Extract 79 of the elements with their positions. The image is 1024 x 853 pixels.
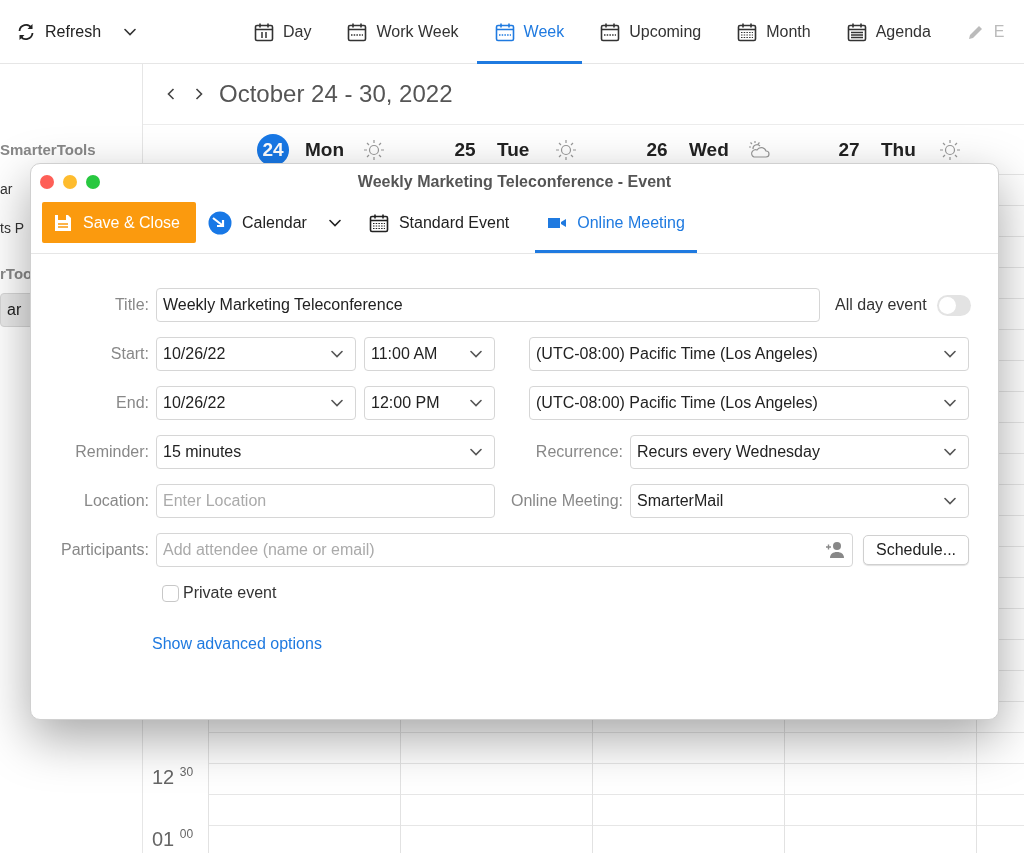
chevron-down-icon <box>331 350 343 358</box>
event-type-tab[interactable]: Online Meeting <box>535 200 697 253</box>
field-label: Online Meeting: <box>509 492 623 510</box>
timezone-dropdown[interactable]: (UTC-08:00) Pacific Time (Los Angeles) <box>529 386 969 420</box>
field-label: Location: <box>83 492 149 510</box>
location-field[interactable]: Enter Location <box>156 484 495 518</box>
chevron-down-icon <box>470 448 482 456</box>
calendar-menu[interactable]: Calendar <box>208 200 341 253</box>
field-label: Recurrence: <box>534 443 623 461</box>
participants-field[interactable]: Add attendee (name or email) <box>156 533 853 567</box>
calendar-icon <box>846 22 867 42</box>
calendar-icon <box>347 22 368 42</box>
refresh-button[interactable]: Refresh <box>16 0 137 63</box>
title-field[interactable]: Weekly Marketing Teleconference <box>156 288 820 322</box>
day-number: 27 <box>837 137 861 162</box>
chevron-down-icon <box>470 399 482 407</box>
all-day-toggle[interactable] <box>936 294 971 316</box>
view-tab[interactable]: Work Week <box>329 0 477 64</box>
field-label: Participants: <box>59 541 149 559</box>
time-label: 01 $^{00}$ <box>152 828 194 850</box>
chevron-down-icon <box>944 350 956 358</box>
chevron-down-icon <box>944 448 956 456</box>
day-name: Thu <box>881 138 917 161</box>
time-dropdown[interactable]: 12:00 PM <box>364 386 495 420</box>
schedule-button[interactable]: Schedule... <box>863 535 969 565</box>
minimize-button[interactable] <box>63 175 77 189</box>
sun-icon <box>363 138 385 161</box>
advanced-options-link[interactable]: Show advanced options <box>152 635 322 653</box>
next-button[interactable] <box>195 88 203 100</box>
chevron-down-icon <box>331 399 343 407</box>
chevron-left-icon <box>167 88 175 100</box>
view-tab[interactable]: Day <box>236 0 330 64</box>
window-title: Weekly Marketing Teleconference - Event <box>357 173 672 191</box>
zoom-button[interactable] <box>86 175 100 189</box>
day-number: 24 <box>257 133 289 166</box>
field-label: Title: <box>113 296 149 314</box>
chevron-down-icon <box>470 350 482 358</box>
view-tab[interactable]: Week <box>476 0 583 64</box>
view-tab[interactable]: Month <box>719 0 829 64</box>
calendar-icon <box>494 22 515 42</box>
chevron-down-icon <box>328 218 341 227</box>
reminder-dropdown[interactable]: 15 minutes <box>156 435 495 469</box>
all-day-label: All day event <box>835 296 927 314</box>
date-range-title: October 24 - 30, 2022 <box>219 80 453 108</box>
private-event-checkbox[interactable] <box>162 584 179 602</box>
time-dropdown[interactable]: 11:00 AM <box>364 337 495 371</box>
day-name: Wed <box>689 138 730 161</box>
field-label: Reminder: <box>74 443 149 461</box>
calendar-icon <box>254 22 275 42</box>
close-button[interactable] <box>40 175 54 189</box>
sun-icon <box>939 138 961 161</box>
time-label: 12 $^{30}$ <box>152 766 194 788</box>
day-name: Mon <box>305 138 346 161</box>
calendar-icon <box>737 22 758 42</box>
day-number: 25 <box>453 137 477 162</box>
day-number: 26 <box>645 137 669 162</box>
sun-icon <box>555 138 577 161</box>
calendar-icon <box>368 212 389 233</box>
view-tab[interactable]: Agenda <box>828 0 949 64</box>
previous-button[interactable] <box>167 88 175 100</box>
refresh-icon <box>16 21 36 42</box>
field-label: Start: <box>109 345 149 363</box>
chevron-right-icon <box>195 88 203 100</box>
date-dropdown[interactable]: 10/26/22 <box>156 337 356 371</box>
day-name: Tue <box>497 138 531 161</box>
recurrence-dropdown[interactable]: Recurs every Wednesday <box>630 435 969 469</box>
chevron-down-icon <box>124 27 137 36</box>
field-label: End: <box>115 394 149 412</box>
calendar-icon <box>600 22 621 42</box>
online-meeting-dropdown[interactable]: SmarterMail <box>630 484 969 518</box>
view-tab[interactable]: Upcoming <box>582 0 720 64</box>
chevron-down-icon <box>944 497 956 505</box>
chevron-down-icon <box>944 399 956 407</box>
date-dropdown[interactable]: 10/26/22 <box>156 386 356 420</box>
event-type-tab[interactable]: Standard Event <box>356 200 522 253</box>
timezone-dropdown[interactable]: (UTC-08:00) Pacific Time (Los Angeles) <box>529 337 969 371</box>
partly-cloudy-icon <box>747 138 771 161</box>
add-person-icon <box>825 541 845 559</box>
checkbox-label: Private event <box>183 584 277 602</box>
